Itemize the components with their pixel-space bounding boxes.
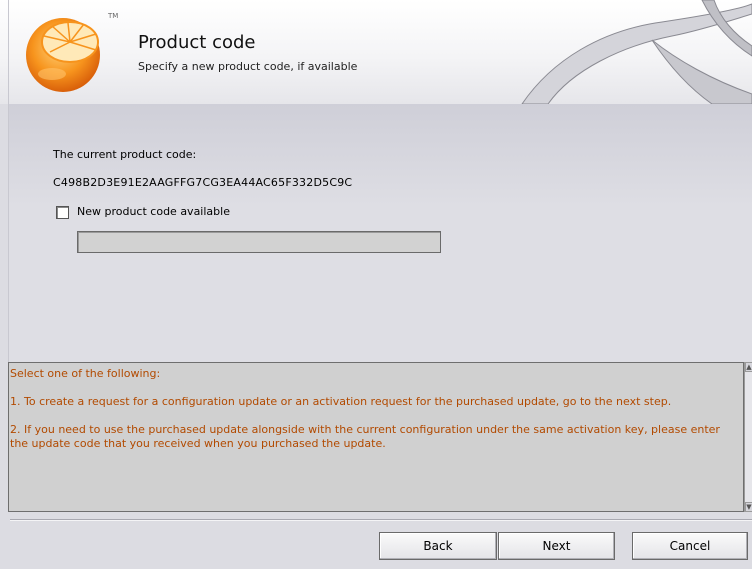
footer-divider (10, 519, 752, 521)
header-border (8, 0, 9, 104)
main-content: The current product code: C498B2D3E91E2A… (8, 104, 752, 362)
info-textbox[interactable]: Select one of the following: 1. To creat… (8, 362, 744, 512)
new-code-checkbox[interactable] (56, 206, 69, 219)
page-title: Product code (138, 32, 256, 53)
header-banner: TM Product code Specify a new product co… (0, 0, 752, 104)
current-code-label: The current product code: (53, 148, 197, 161)
new-code-checkbox-label[interactable]: New product code available (77, 205, 230, 218)
info-line-option-2: 2. If you need to use the purchased upda… (10, 423, 720, 450)
current-code-value: C498B2D3E91E2AAGFFG7CG3EA44AC65F332D5C9C (53, 176, 353, 189)
back-button[interactable]: Back (379, 532, 497, 560)
next-button[interactable]: Next (498, 532, 615, 560)
orange-slice-logo-icon (26, 18, 100, 92)
info-line-option-1: 1. To create a request for a configurati… (10, 395, 672, 408)
info-scrollbar[interactable]: ▲ ▼ (744, 362, 752, 512)
info-line-intro: Select one of the following: (10, 367, 161, 380)
scroll-down-arrow-icon[interactable]: ▼ (745, 502, 752, 512)
scroll-up-arrow-icon[interactable]: ▲ (745, 362, 752, 372)
decorative-swoosh-graphic (521, 0, 752, 104)
trademark-mark: TM (108, 12, 119, 20)
cancel-button[interactable]: Cancel (632, 532, 748, 560)
new-code-input[interactable] (77, 231, 441, 253)
page-subtitle: Specify a new product code, if available (138, 60, 358, 73)
